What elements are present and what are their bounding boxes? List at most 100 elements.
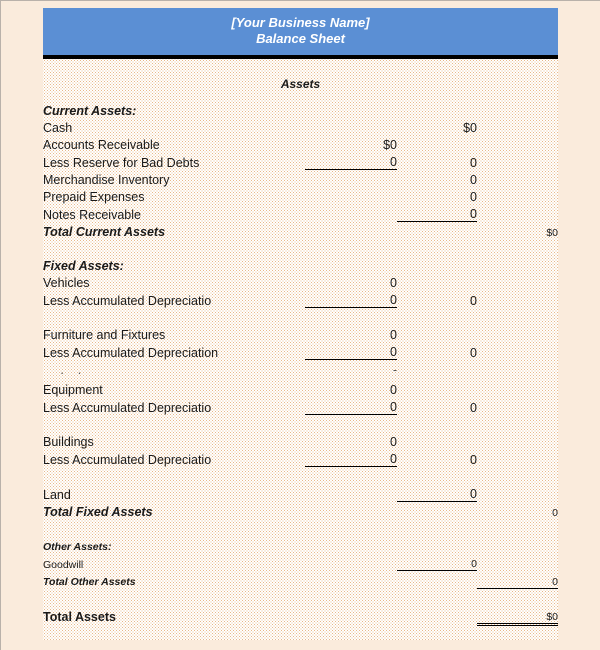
- row-spacer: [43, 308, 558, 326]
- row-value-col2[interactable]: [397, 325, 477, 342]
- row-value-col1[interactable]: [305, 118, 397, 135]
- total-current-assets-label: Total Current Assets: [43, 225, 166, 239]
- row-value-col3[interactable]: [477, 204, 558, 222]
- row-value-col3[interactable]: [477, 273, 558, 290]
- assets-section-heading: Assets: [280, 77, 321, 91]
- group-header-row: Fixed Assets:: [43, 256, 558, 273]
- table-row[interactable]: Furniture and Fixtures 0: [43, 325, 558, 342]
- row-value-col3[interactable]: [477, 484, 558, 502]
- table-row[interactable]: Prepaid Expenses 0: [43, 187, 558, 204]
- row-value-col1[interactable]: [305, 204, 397, 222]
- total-assets-value: $0: [477, 605, 558, 626]
- row-value-col1[interactable]: 0: [305, 152, 397, 170]
- row-label: Notes Receivable: [43, 207, 141, 222]
- table-row[interactable]: Merchandise Inventory 0: [43, 170, 558, 188]
- table-row[interactable]: Vehicles 0: [43, 273, 558, 290]
- total-other-assets-value: 0: [477, 570, 558, 589]
- row-value-col1[interactable]: 0: [305, 290, 397, 308]
- row-label: Vehicles: [43, 276, 90, 290]
- balance-sheet-table: Current Assets: Cash $0 Accounts Receiva…: [43, 101, 558, 626]
- row-value-col1[interactable]: [305, 170, 397, 188]
- row-label: . .: [43, 363, 82, 377]
- row-value-col2[interactable]: 0: [397, 187, 477, 204]
- row-value-col1[interactable]: [305, 187, 397, 204]
- row-value-col2[interactable]: 0: [397, 290, 477, 308]
- total-fixed-assets-value: 0: [552, 507, 558, 519]
- row-value-col3[interactable]: [477, 432, 558, 449]
- row-label: Equipment: [43, 383, 103, 397]
- row-value-col3[interactable]: [477, 290, 558, 308]
- row-value-col2[interactable]: 0: [397, 553, 477, 571]
- table-row[interactable]: Cash $0: [43, 118, 558, 135]
- row-value-col3[interactable]: [477, 397, 558, 415]
- row-spacer: [43, 467, 558, 485]
- group-header-row: Other Assets:: [43, 536, 558, 553]
- row-value-col1[interactable]: 0: [305, 325, 397, 342]
- row-value-col1[interactable]: [305, 484, 397, 502]
- table-row[interactable]: Less Reserve for Bad Debts 0 0: [43, 152, 558, 170]
- row-label: Buildings: [43, 435, 94, 449]
- row-label: Less Reserve for Bad Debts: [43, 155, 200, 170]
- other-assets-heading: Other Assets:: [43, 541, 112, 553]
- row-value-col3[interactable]: [477, 342, 558, 360]
- table-row[interactable]: Notes Receivable 0: [43, 204, 558, 222]
- row-value-col2[interactable]: [397, 135, 477, 152]
- row-label: Land: [43, 487, 71, 502]
- row-value-col2[interactable]: 0: [397, 204, 477, 222]
- subtotal-row: Total Other Assets 0: [43, 570, 558, 589]
- table-row[interactable]: Less Accumulated Depreciation 0 0: [43, 342, 558, 360]
- row-value-col2[interactable]: 0: [397, 449, 477, 467]
- current-assets-heading: Current Assets:: [43, 104, 137, 118]
- table-row[interactable]: Land 0: [43, 484, 558, 502]
- row-label: Furniture and Fixtures: [43, 328, 166, 342]
- row-value-col2[interactable]: [397, 273, 477, 290]
- row-value-col3[interactable]: [477, 553, 558, 571]
- row-value-col2[interactable]: 0: [397, 397, 477, 415]
- table-row[interactable]: Accounts Receivable $0: [43, 135, 558, 152]
- table-row[interactable]: Goodwill 0: [43, 553, 558, 571]
- row-value-col2[interactable]: 0: [397, 484, 477, 502]
- total-fixed-assets-label: Total Fixed Assets: [43, 505, 153, 519]
- row-value-col3[interactable]: [477, 118, 558, 135]
- row-value-col3[interactable]: [477, 135, 558, 152]
- table-row[interactable]: Less Accumulated Depreciatio 0 0: [43, 449, 558, 467]
- row-value-col2[interactable]: 0: [397, 170, 477, 187]
- row-label: Less Accumulated Depreciatio: [43, 400, 212, 415]
- clipped-row[interactable]: . . -: [43, 360, 558, 381]
- row-value-col3[interactable]: [477, 380, 558, 397]
- row-value-col3[interactable]: [477, 170, 558, 188]
- row-value-col1[interactable]: -: [305, 360, 397, 381]
- total-current-assets-value: $0: [546, 227, 558, 239]
- row-value-col1[interactable]: [305, 553, 397, 571]
- table-row[interactable]: Equipment 0: [43, 380, 558, 397]
- row-value-col2[interactable]: 0: [397, 152, 477, 170]
- table-row[interactable]: Buildings 0: [43, 432, 558, 449]
- row-value-col1[interactable]: 0: [305, 449, 397, 467]
- row-value-col3[interactable]: [477, 325, 558, 342]
- row-value-col1[interactable]: 0: [305, 273, 397, 290]
- subtotal-row: Total Current Assets $0: [43, 222, 558, 239]
- row-value-col1[interactable]: 0: [305, 342, 397, 360]
- row-value-col2[interactable]: $0: [397, 118, 477, 135]
- row-value-col1[interactable]: $0: [305, 135, 397, 152]
- sheet-body: Assets Current Assets: Cash $0 Accounts …: [43, 59, 558, 640]
- balance-sheet-document: [Your Business Name] Balance Sheet Asset…: [43, 8, 558, 640]
- fixed-assets-heading: Fixed Assets:: [43, 259, 124, 273]
- row-value-col3[interactable]: [477, 449, 558, 467]
- group-header-row: Current Assets:: [43, 101, 558, 118]
- row-value-col3[interactable]: [477, 187, 558, 204]
- row-spacer: [43, 239, 558, 256]
- row-value-col2[interactable]: [397, 380, 477, 397]
- table-row[interactable]: Less Accumulated Depreciatio 0 0: [43, 397, 558, 415]
- row-value-col1[interactable]: 0: [305, 397, 397, 415]
- row-value-col1[interactable]: 0: [305, 432, 397, 449]
- row-value-col3[interactable]: [477, 152, 558, 170]
- row-spacer: [43, 519, 558, 536]
- table-row[interactable]: Less Accumulated Depreciatio 0 0: [43, 290, 558, 308]
- row-value-col1[interactable]: 0: [305, 380, 397, 397]
- document-header-banner: [Your Business Name] Balance Sheet: [43, 8, 558, 55]
- row-label: Goodwill: [43, 558, 84, 571]
- row-label: Merchandise Inventory: [43, 173, 170, 187]
- row-value-col2[interactable]: [397, 432, 477, 449]
- row-value-col2[interactable]: 0: [397, 342, 477, 360]
